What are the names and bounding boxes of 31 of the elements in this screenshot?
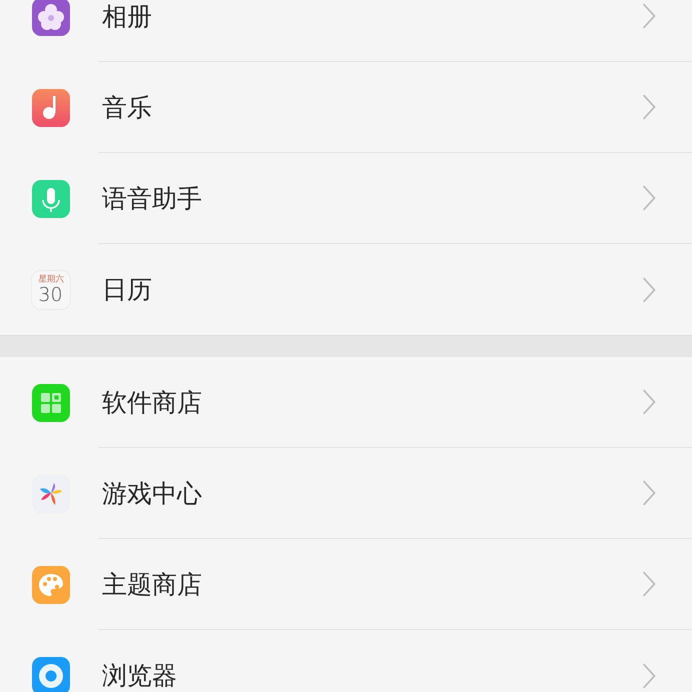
chevron-icon (642, 94, 656, 120)
palette-icon (32, 566, 70, 604)
calendar-weekday: 星期六 (38, 275, 64, 284)
settings-row[interactable]: 主题商店 (0, 539, 692, 630)
calendar-day: 30 (38, 286, 63, 304)
settings-row[interactable]: 软件商店 (0, 357, 692, 448)
row-label: 音乐 (102, 92, 152, 124)
chevron-icon (642, 3, 656, 29)
chevron-icon (642, 389, 656, 415)
chevron-icon (642, 662, 656, 688)
row-label: 语音助手 (102, 182, 202, 214)
row-label: 相册 (102, 0, 152, 32)
settings-row[interactable]: 语音助手 (0, 153, 692, 244)
settings-row[interactable]: 浏览器 (0, 630, 692, 692)
row-label: 软件商店 (102, 386, 202, 418)
row-label: 游戏中心 (102, 478, 202, 510)
chevron-icon (642, 480, 656, 506)
chevron-icon (642, 571, 656, 597)
settings-row[interactable]: 音乐 (0, 62, 692, 153)
row-label: 主题商店 (102, 568, 202, 600)
settings-row[interactable]: 游戏中心 (0, 448, 692, 539)
microphone-icon (32, 180, 70, 218)
settings-row[interactable]: 相册 (0, 0, 692, 62)
chevron-icon (642, 185, 656, 211)
row-label: 日历 (102, 274, 152, 306)
chevron-icon (642, 276, 656, 302)
row-label: 浏览器 (102, 660, 177, 692)
settings-row[interactable]: 星期六 30 日历 (0, 244, 692, 335)
music-note-icon (32, 88, 70, 126)
flower-icon (32, 0, 70, 36)
grid-icon (32, 384, 70, 422)
